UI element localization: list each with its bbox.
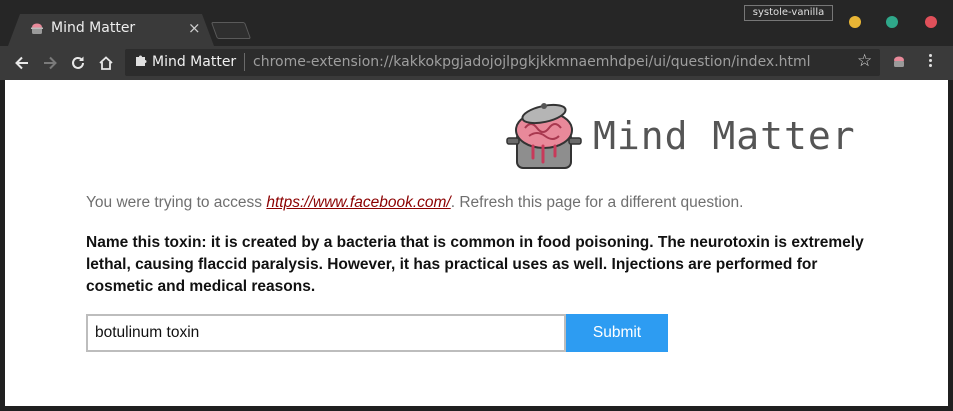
tab-strip: Mind Matter × systole-vanilla [0,0,953,46]
submit-button[interactable]: Submit [566,314,668,352]
back-button[interactable] [11,52,33,74]
brain-pot-icon[interactable] [892,55,906,69]
question-text: Name this toxin: it is created by a bact… [86,234,864,295]
info-prefix: You were trying to access [86,194,267,211]
bookmark-star-icon[interactable]: ☆ [857,51,872,71]
close-window-button[interactable] [925,16,937,28]
address-separator [244,53,245,71]
maximize-button[interactable] [886,16,898,28]
new-tab-button[interactable] [210,22,252,39]
logo-text: Mind Matter [593,114,856,158]
redirect-info: You were trying to access https://www.fa… [86,194,743,212]
site-chip[interactable]: Mind Matter [152,53,236,71]
url-text[interactable]: chrome-extension://kakkokpgjadojojlpgkjk… [253,53,811,71]
forward-arrow-icon [44,56,57,70]
reload-button[interactable] [67,52,89,74]
brain-pot-icon [506,103,582,169]
brain-pot-icon [31,23,43,34]
tab-close-icon[interactable]: × [188,19,201,37]
minimize-button[interactable] [849,16,861,28]
home-button[interactable] [95,52,117,74]
profile-badge[interactable]: systole-vanilla [744,5,833,21]
browser-window: Mind Matter × systole-vanilla Mind Matte… [0,0,953,411]
info-suffix: . Refresh this page for a different ques… [450,194,744,211]
back-arrow-icon [15,56,28,70]
menu-icon[interactable] [925,52,935,72]
blocked-site-link[interactable]: https://www.facebook.com/ [266,194,450,211]
tab-title: Mind Matter [51,20,136,36]
forward-button[interactable] [39,52,61,74]
page-content: Mind Matter You were trying to access ht… [5,80,948,406]
answer-input[interactable] [86,314,566,352]
reload-icon [72,56,84,69]
extension-puzzle-icon [136,55,147,66]
home-icon [99,56,113,70]
